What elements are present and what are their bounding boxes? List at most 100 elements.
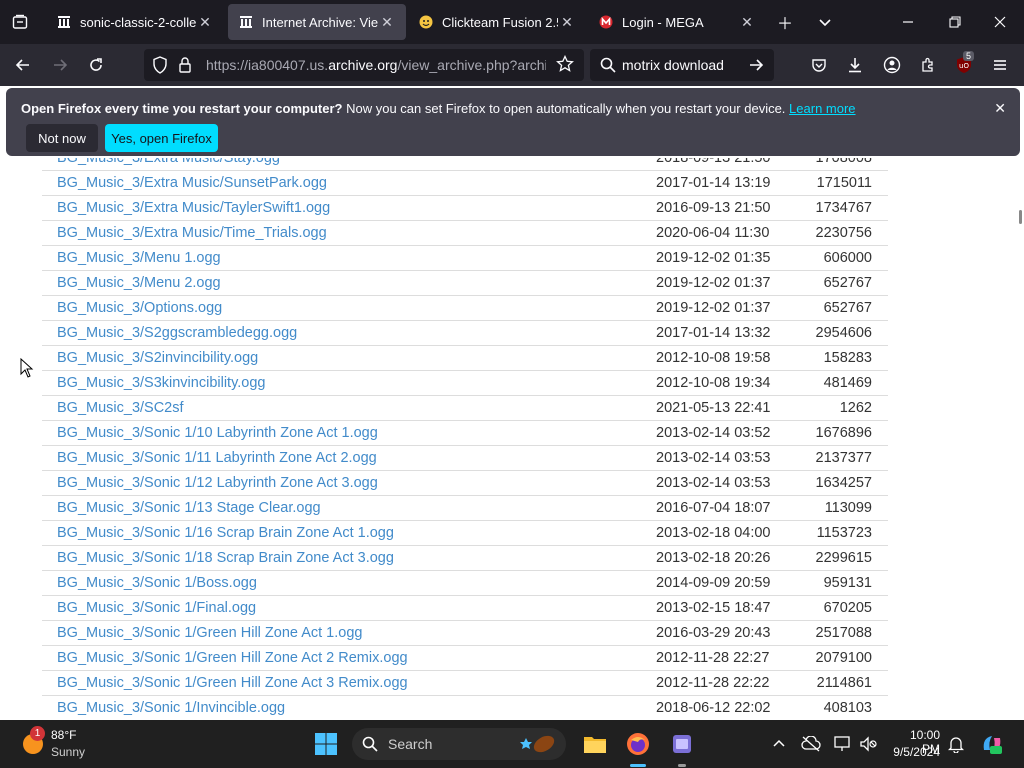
extensions-icon[interactable] [913,50,943,80]
not-now-button[interactable]: Not now [26,124,98,152]
file-size: 2079100 [815,650,872,666]
forward-icon[interactable] [45,50,75,80]
file-size: 670205 [823,600,872,616]
close-tab-icon[interactable]: ✕ [558,14,576,31]
learn-more-link[interactable]: Learn more [789,101,855,116]
tab-sonic-collection[interactable]: sonic-classic-2-collecti ✕ [46,4,224,40]
file-date: 2019-12-02 01:37 [656,300,771,316]
file-link[interactable]: BG_Music_3/Sonic 1/11 Labyrinth Zone Act… [57,450,377,466]
url-text[interactable]: https://ia800407.us.archive.org/view_arc… [206,57,546,73]
table-row: BG_Music_3/S2ggscrambledegg.ogg 2017-01-1… [42,321,888,346]
file-link[interactable]: BG_Music_3/Sonic 1/Boss.ogg [57,575,257,591]
address-bar[interactable]: https://ia800407.us.archive.org/view_arc… [144,49,584,81]
arrow-right-icon[interactable] [748,57,764,76]
back-icon[interactable] [8,50,38,80]
file-size: 1634257 [815,475,872,491]
firefox-icon[interactable] [622,728,654,767]
scrollbar[interactable] [1019,210,1022,224]
close-tab-icon[interactable]: ✕ [378,14,396,31]
ublock-icon[interactable]: uO 5 [949,50,979,80]
menu-icon[interactable] [985,50,1015,80]
file-date: 2012-10-08 19:34 [656,375,771,391]
file-link[interactable]: BG_Music_3/Sonic 1/Invincible.ogg [57,700,285,716]
file-explorer-icon[interactable] [579,728,611,760]
table-row: BG_Music_3/Options.ogg 2019-12-02 01:37 65… [42,296,888,321]
close-tab-icon[interactable]: ✕ [738,14,756,31]
firefox-view-icon[interactable] [5,7,35,37]
weather-temp[interactable]: 88°F [51,728,76,742]
file-size: 959131 [823,575,872,591]
account-icon[interactable] [877,50,907,80]
file-link[interactable]: BG_Music_3/S3kinvincibility.ogg [57,375,265,391]
file-link[interactable]: BG_Music_3/Sonic 1/18 Scrap Brain Zone A… [57,550,394,566]
tab-label: Internet Archive: View a [262,14,378,30]
shield-icon[interactable] [152,56,168,79]
tab-clickteam[interactable]: Clickteam Fusion 2.5+ ✕ [408,4,586,40]
close-icon[interactable]: ✕ [994,100,1006,117]
download-icon[interactable] [840,50,870,80]
minimize-icon[interactable] [893,7,923,37]
file-link[interactable]: BG_Music_3/Menu 2.ogg [57,275,221,291]
tab-internet-archive[interactable]: Internet Archive: View a ✕ [228,4,406,40]
file-link[interactable]: BG_Music_3/Sonic 1/16 Scrap Brain Zone A… [57,525,394,541]
table-row: BG_Music_3/Sonic 1/Green Hill Zone Act 3… [42,671,888,696]
file-link[interactable]: BG_Music_3/Extra Music/Time_Trials.ogg [57,225,327,241]
notification-bell-icon[interactable] [940,728,972,760]
file-link[interactable]: BG_Music_3/Sonic 1/Final.ogg [57,600,256,616]
file-link[interactable]: BG_Music_3/Sonic 1/Green Hill Zone Act 3… [57,675,408,691]
file-date: 2016-07-04 18:07 [656,500,771,516]
weather-desc[interactable]: Sunny [51,745,85,759]
file-link[interactable]: BG_Music_3/Sonic 1/Green Hill Zone Act 1… [57,625,362,641]
file-link[interactable]: BG_Music_3/S2ggscrambledegg.ogg [57,325,297,341]
volume-muted-icon[interactable] [852,728,884,760]
cloud-sync-icon[interactable] [795,728,827,760]
file-date: 2012-11-28 22:22 [656,675,770,691]
file-link[interactable]: BG_Music_3/Extra Music/Stay.ogg [57,158,280,166]
search-icon [600,57,616,76]
file-link[interactable]: BG_Music_3/Extra Music/SunsetPark.ogg [57,175,327,191]
file-date: 2012-10-08 19:58 [656,350,771,366]
app-icon[interactable] [666,728,698,767]
close-tab-icon[interactable]: ✕ [196,14,214,31]
bookmark-star-icon[interactable] [556,54,574,78]
close-window-icon[interactable] [985,7,1015,37]
search-bar[interactable]: motrix download [590,49,774,81]
copilot-icon[interactable] [976,728,1008,760]
restore-icon[interactable] [940,7,970,37]
url-prefix: https://ia800407.us. [206,57,329,73]
file-link[interactable]: BG_Music_3/Sonic 1/13 Stage Clear.ogg [57,500,321,516]
chevron-down-icon[interactable] [810,7,840,37]
file-size: 2137377 [815,450,872,466]
file-link[interactable]: BG_Music_3/S2invincibility.ogg [57,350,258,366]
file-table: BG_Music_3/Extra Music/Stay.ogg 2018-09-1… [42,158,888,720]
windows-start-icon[interactable] [310,728,342,760]
file-size: 113099 [824,500,872,516]
file-link[interactable]: BG_Music_3/Options.ogg [57,300,222,316]
file-link[interactable]: BG_Music_3/Menu 1.ogg [57,250,221,266]
file-date: 2021-05-13 22:41 [656,400,771,416]
lock-icon[interactable] [178,56,192,79]
file-link[interactable]: BG_Music_3/Sonic 1/Green Hill Zone Act 2… [57,650,408,666]
file-size: 1734767 [815,200,872,216]
chevron-up-icon[interactable] [763,728,795,760]
tab-bar: sonic-classic-2-collecti ✕ Internet Arch… [0,0,1024,44]
file-link[interactable]: BG_Music_3/Sonic 1/10 Labyrinth Zone Act… [57,425,378,441]
yes-open-firefox-button[interactable]: Yes, open Firefox [105,124,218,152]
file-link[interactable]: BG_Music_3/Extra Music/TaylerSwift1.ogg [57,200,330,216]
table-row: BG_Music_3/S3kinvincibility.ogg 2012-10-0… [42,371,888,396]
clock-date[interactable]: 9/5/2024 [890,745,940,759]
table-row: BG_Music_3/Sonic 1/18 Scrap Brain Zone A… [42,546,888,571]
table-row: BG_Music_3/Extra Music/TaylerSwift1.ogg 2… [42,196,888,221]
file-size: 606000 [823,250,872,266]
search-input[interactable]: motrix download [622,57,724,73]
clickteam-icon [418,14,434,30]
taskbar-search[interactable]: Search [352,728,566,760]
search-icon [362,736,378,755]
file-link[interactable]: BG_Music_3/Sonic 1/12 Labyrinth Zone Act… [57,475,378,491]
new-tab-icon[interactable]: ＋ [770,7,800,37]
weather-icon[interactable]: 1 [20,726,46,756]
pocket-icon[interactable] [804,50,834,80]
tab-mega[interactable]: Login - MEGA ✕ [588,4,766,40]
file-link[interactable]: BG_Music_3/SC2sf [57,400,184,416]
reload-icon[interactable] [81,50,111,80]
